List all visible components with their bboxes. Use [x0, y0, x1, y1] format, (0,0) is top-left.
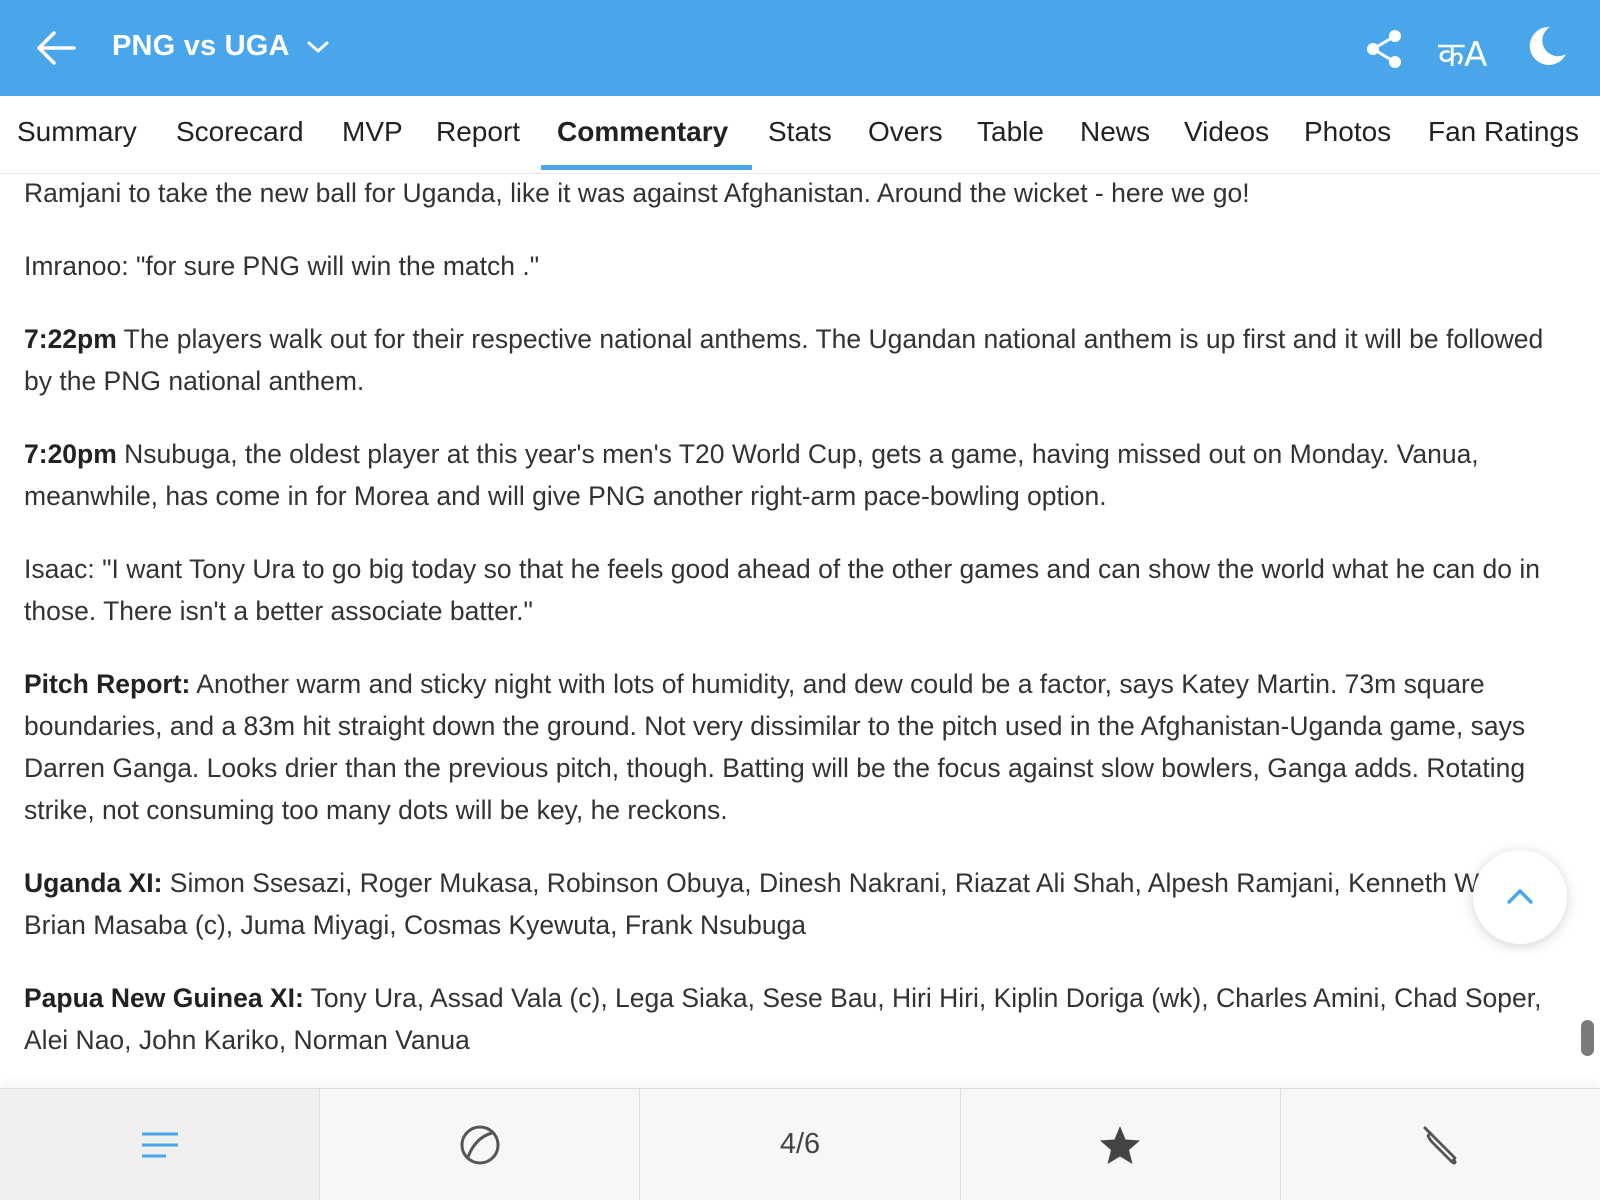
tab-overs[interactable]: Overs	[868, 116, 943, 148]
tab-commentary[interactable]: Commentary	[557, 116, 728, 148]
tab-mvp[interactable]: MVP	[342, 116, 403, 148]
share-icon[interactable]	[1364, 28, 1404, 70]
commentary-item: Ramjani to take the new ball for Uganda,…	[24, 178, 1250, 208]
tab-news[interactable]: News	[1080, 116, 1150, 148]
menu-icon	[141, 1132, 178, 1157]
bat-icon	[1423, 1126, 1457, 1164]
page-indicator: 4/6	[779, 1128, 821, 1160]
commentary-heading: Papua New Guinea XI:	[24, 983, 304, 1013]
chevron-down-icon	[307, 41, 329, 52]
tab-table[interactable]: Table	[977, 116, 1044, 148]
tab-scorecard[interactable]: Scorecard	[176, 116, 304, 148]
live-ball-button[interactable]	[320, 1089, 641, 1200]
favourites-button[interactable]	[961, 1089, 1281, 1200]
star-icon	[1100, 1125, 1141, 1164]
match-selector[interactable]: PNG vs UGA	[112, 30, 330, 63]
bottom-navigation: 4/6	[0, 1088, 1600, 1200]
tab-photos[interactable]: Photos	[1304, 116, 1391, 148]
tab-report[interactable]: Report	[436, 116, 520, 148]
commentary-item: 7:22pm The players walk out for their re…	[24, 324, 1544, 396]
dark-mode-moon-icon[interactable]	[1524, 24, 1568, 68]
tab-fan-ratings[interactable]: Fan Ratings	[1428, 116, 1579, 148]
commentary-item: Uganda XI: Simon Ssesazi, Roger Mukasa, …	[24, 868, 1554, 940]
tab-summary[interactable]: Summary	[17, 116, 137, 148]
commentary-item: Papua New Guinea XI: Tony Ura, Assad Val…	[24, 983, 1542, 1055]
language-icon[interactable]: कA	[1438, 30, 1490, 75]
back-arrow-icon[interactable]	[34, 28, 78, 68]
match-title: PNG vs UGA	[112, 30, 290, 62]
page-indicator-button[interactable]: 4/6	[640, 1089, 961, 1200]
tab-videos[interactable]: Videos	[1184, 116, 1269, 148]
menu-button[interactable]	[0, 1089, 321, 1200]
active-tab-indicator	[541, 165, 752, 170]
commentary-heading: Pitch Report:	[24, 669, 191, 699]
scrollbar-thumb[interactable]	[1581, 1020, 1594, 1056]
commentary-item: 7:20pm Nsubuga, the oldest player at thi…	[24, 439, 1479, 511]
batting-button[interactable]	[1281, 1089, 1600, 1200]
commentary-time: 7:20pm	[24, 439, 117, 469]
app-header: PNG vs UGA कA	[0, 0, 1600, 96]
tab-stats[interactable]: Stats	[768, 116, 832, 148]
chevron-up-icon	[1507, 889, 1533, 904]
scroll-to-top-button[interactable]	[1473, 850, 1567, 944]
commentary-heading: Uganda XI:	[24, 868, 163, 898]
commentary-time: 7:22pm	[24, 324, 117, 354]
match-tabs: Summary Scorecard MVP Report Commentary …	[0, 96, 1600, 174]
commentary-item: Isaac: "I want Tony Ura to go big today …	[24, 554, 1540, 626]
commentary-item: Pitch Report: Another warm and sticky ni…	[24, 669, 1526, 825]
ball-icon	[460, 1125, 500, 1164]
commentary-feed: Ramjani to take the new ball for Uganda,…	[24, 172, 1572, 1092]
commentary-item: Imranoo: "for sure PNG will win the matc…	[24, 251, 540, 281]
